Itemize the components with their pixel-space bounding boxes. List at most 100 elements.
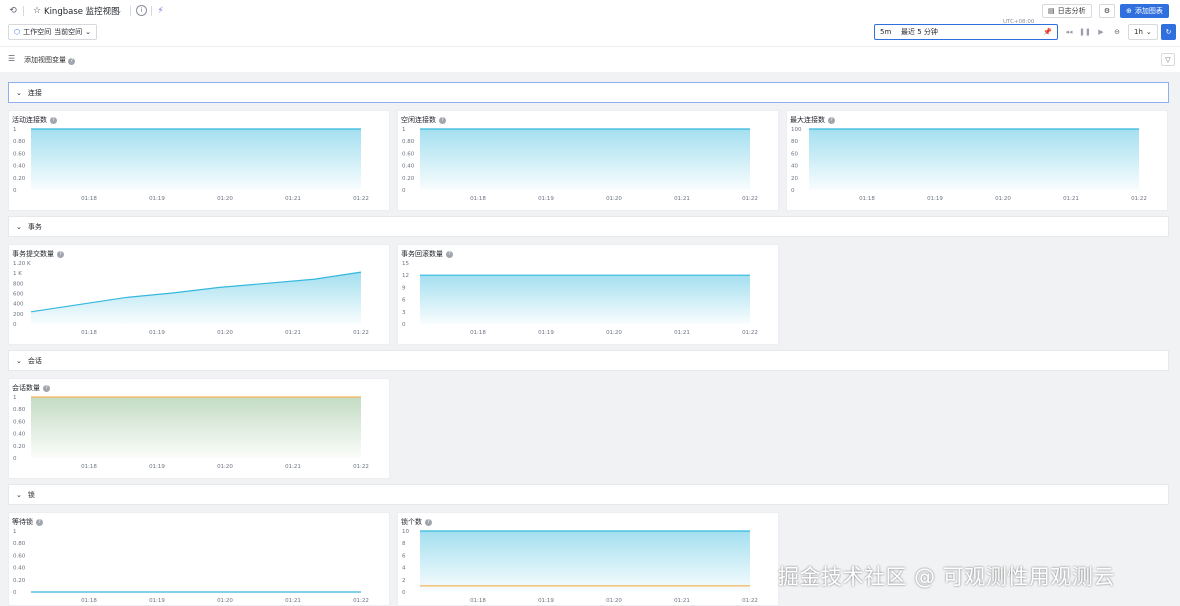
x-tick-label: 01:22 bbox=[353, 330, 369, 336]
y-tick-label: 0.20 bbox=[13, 444, 26, 450]
time-shortcut: 5m bbox=[880, 28, 892, 36]
rewind-icon[interactable]: ◂◂ bbox=[1062, 24, 1076, 40]
interval-select[interactable]: 1h ⌄ bbox=[1128, 24, 1158, 40]
chart-panel[interactable]: 锁个数? 10 8 6 4 2 0 01:18 01:19 01:20 01:21 01:22 bbox=[397, 512, 779, 606]
x-tick-label: 01:19 bbox=[149, 196, 165, 202]
watermark: 掘金技术社区 @ 可观测性用观测云 bbox=[778, 565, 1115, 589]
y-tick-label: 1 bbox=[13, 529, 17, 535]
help-icon[interactable]: ? bbox=[36, 518, 43, 526]
star-icon[interactable]: ☆ bbox=[31, 5, 43, 17]
series-area bbox=[420, 531, 750, 592]
panel-title: 事务提交数量? bbox=[12, 249, 64, 259]
y-tick-label: 1.20 K bbox=[13, 261, 31, 267]
divider bbox=[151, 6, 152, 16]
y-tick-label: 10 bbox=[402, 529, 409, 535]
panel-title: 等待锁? bbox=[12, 517, 43, 527]
filter-icon[interactable]: ▽ bbox=[1161, 53, 1175, 66]
settings-button[interactable]: ⚙ bbox=[1099, 4, 1115, 18]
series-area bbox=[809, 129, 1139, 190]
x-tick-label: 01:22 bbox=[353, 464, 369, 470]
chevron-down-icon: ⌄ bbox=[85, 28, 91, 36]
zoom-out-icon[interactable]: ⊖ bbox=[1110, 24, 1124, 40]
chart-svg: 1 0.80 0.60 0.40 0.20 0 01:18 01:19 01:20 01:21 01… bbox=[402, 127, 758, 202]
y-tick-label: 0.20 bbox=[13, 176, 26, 182]
section-header[interactable]: ⌄ 连接 bbox=[8, 82, 1169, 103]
add-chart-label: 添加图表 bbox=[1134, 7, 1163, 15]
divider bbox=[23, 6, 24, 16]
help-icon[interactable]: ? bbox=[446, 250, 453, 258]
x-tick-label: 01:20 bbox=[995, 196, 1011, 202]
refresh-button[interactable]: ↻ bbox=[1161, 24, 1176, 40]
panel-title: 事务回滚数量? bbox=[401, 249, 453, 259]
help-icon[interactable]: ? bbox=[50, 116, 57, 124]
panel-title: 最大连接数? bbox=[790, 115, 835, 125]
pin-icon[interactable]: 📌 bbox=[1043, 28, 1057, 36]
time-range-picker[interactable]: 5m 最近 5 分钟 📌 bbox=[874, 24, 1058, 40]
interval-value: 1h bbox=[1134, 28, 1143, 36]
x-tick-label: 01:20 bbox=[606, 196, 622, 202]
y-tick-label: 0 bbox=[13, 188, 17, 194]
y-tick-label: 0.40 bbox=[13, 566, 26, 572]
add-variable-label[interactable]: 添加视图变量 ? bbox=[24, 55, 76, 65]
y-tick-label: 0.80 bbox=[13, 407, 26, 413]
panel-title: 空闲连接数? bbox=[401, 115, 446, 125]
document-icon: ▤ bbox=[1048, 7, 1055, 15]
pause-icon[interactable]: ❚❚ bbox=[1078, 24, 1092, 40]
help-icon[interactable]: ? bbox=[828, 116, 835, 124]
chart-panel[interactable]: 活动连接数? 1 0.80 0.60 0.40 0.20 0 01:18 01:19 01:20… bbox=[8, 110, 390, 211]
chart-panel[interactable]: 空闲连接数? 1 0.80 0.60 0.40 0.20 0 01:18 01:19 01:20… bbox=[397, 110, 779, 211]
x-tick-label: 01:22 bbox=[742, 598, 758, 604]
section-title: 连接 bbox=[27, 88, 42, 97]
panel-title-text: 事务回滚数量 bbox=[401, 250, 443, 258]
x-tick-label: 01:18 bbox=[470, 330, 486, 336]
chart-svg: 1 0.80 0.60 0.40 0.20 0 01:18 01:19 01:20 01:21 01… bbox=[13, 127, 369, 202]
help-icon[interactable]: ? bbox=[57, 250, 64, 258]
x-tick-label: 01:22 bbox=[353, 598, 369, 604]
x-tick-label: 01:19 bbox=[538, 196, 554, 202]
magic-icon[interactable]: ⚡ bbox=[155, 5, 166, 16]
section-header[interactable]: ⌄ 会话 bbox=[8, 350, 1169, 371]
x-tick-label: 01:21 bbox=[285, 330, 301, 336]
y-tick-label: 4 bbox=[402, 566, 406, 572]
chart-panel[interactable]: 最大连接数? 100 80 60 40 20 0 01:18 01:19 01:20 01:21 0… bbox=[786, 110, 1168, 211]
chevron-down-icon: ⌄ bbox=[16, 88, 22, 97]
chart-panel[interactable]: 等待锁? 1 0.80 0.60 0.40 0.20 0 01:18 01:19 01:20 01… bbox=[8, 512, 390, 606]
x-tick-label: 01:18 bbox=[81, 330, 97, 336]
section-header[interactable]: ⌄ 锁 bbox=[8, 484, 1169, 505]
x-tick-label: 01:20 bbox=[217, 196, 233, 202]
chevron-down-icon[interactable]: ⌄ bbox=[114, 6, 124, 16]
y-tick-label: 100 bbox=[791, 127, 802, 133]
x-tick-label: 01:18 bbox=[81, 196, 97, 202]
section-header[interactable]: ⌄ 事务 bbox=[8, 216, 1169, 237]
back-icon[interactable]: ⟲ bbox=[7, 5, 19, 17]
y-tick-label: 1 K bbox=[13, 271, 22, 277]
y-tick-label: 0.20 bbox=[13, 578, 26, 584]
chevron-down-icon: ⌄ bbox=[1145, 28, 1152, 36]
add-chart-button[interactable]: ⊕ 添加图表 bbox=[1120, 4, 1169, 18]
chart-panel[interactable]: 事务回滚数量? 15 12 9 6 3 0 01:18 01:19 01:20 01:21 01:2… bbox=[397, 244, 779, 345]
play-icon[interactable]: ▶ bbox=[1094, 24, 1108, 40]
filter-lines-icon[interactable]: ☰ bbox=[8, 54, 15, 63]
y-tick-label: 400 bbox=[13, 302, 24, 308]
x-tick-label: 01:22 bbox=[742, 330, 758, 336]
chart-panel[interactable]: 会话数量? 1 0.80 0.60 0.40 0.20 0 01:18 01:19 01:20 0… bbox=[8, 378, 390, 479]
y-tick-label: 0 bbox=[13, 322, 17, 328]
help-icon[interactable]: ? bbox=[439, 116, 446, 124]
panel-title-text: 活动连接数 bbox=[12, 116, 47, 124]
panel-title-text: 等待锁 bbox=[12, 518, 33, 526]
y-tick-label: 8 bbox=[402, 541, 406, 547]
help-icon[interactable]: ? bbox=[43, 384, 50, 392]
help-icon[interactable]: ? bbox=[425, 518, 432, 526]
workspace-selector[interactable]: ⬡ 工作空间 当前空间 ⌄ bbox=[8, 24, 97, 40]
chart-panel[interactable]: 事务提交数量? 1.20 K 1 K 800 600 400 200 0 01:18 01:19… bbox=[8, 244, 390, 345]
plus-circle-icon: ⊕ bbox=[1126, 7, 1132, 15]
series-area bbox=[420, 275, 750, 324]
chart-svg: 1.20 K 1 K 800 600 400 200 0 01:18 01:19 01:20 01:… bbox=[13, 261, 369, 336]
log-analysis-button[interactable]: ▤ 日志分析 bbox=[1042, 4, 1092, 18]
refresh-icon: ↻ bbox=[1165, 28, 1172, 36]
info-icon[interactable]: i bbox=[136, 5, 147, 16]
gear-icon: ⚙ bbox=[1103, 7, 1111, 15]
x-tick-label: 01:19 bbox=[538, 330, 554, 336]
help-icon[interactable]: ? bbox=[68, 57, 76, 65]
x-tick-label: 01:21 bbox=[674, 196, 690, 202]
